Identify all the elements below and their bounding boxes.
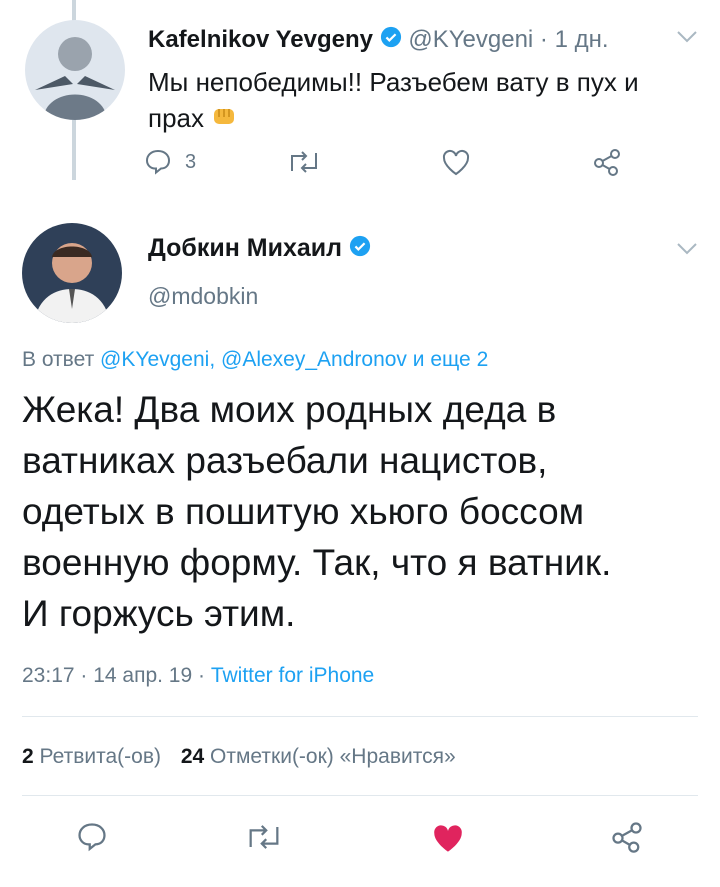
heart-filled-icon — [434, 825, 462, 852]
reply-button[interactable]: 3 — [143, 147, 196, 177]
tweet-time[interactable]: 1 дн. — [555, 26, 609, 53]
verified-badge-icon — [380, 26, 402, 55]
author-handle[interactable]: @mdobkin — [148, 283, 258, 310]
avatar-dobkin[interactable] — [22, 223, 122, 323]
tweet-text-line: военную форму. Так, что я ватник. — [22, 542, 612, 583]
chevron-down-icon[interactable] — [676, 30, 698, 49]
share-icon — [612, 822, 642, 853]
fist-emoji-icon — [211, 102, 237, 138]
tweet-text-line: ватниках разъебали нацистов, — [22, 440, 548, 481]
like-button-active[interactable] — [430, 822, 466, 854]
retweet-button[interactable] — [244, 820, 284, 854]
heart-icon — [442, 149, 470, 176]
author-name[interactable]: Kafelnikov Yevgeny — [148, 26, 373, 53]
divider — [22, 716, 698, 717]
time-separator: · — [533, 26, 555, 53]
divider — [22, 795, 698, 796]
share-button[interactable] — [591, 147, 623, 177]
reply-tweet-header: Kafelnikov Yevgeny @KYevgeni · 1 дн. — [148, 26, 609, 55]
share-icon — [594, 149, 620, 176]
retweet-button[interactable] — [286, 147, 322, 177]
retweets-stat[interactable]: 2 Ретвита(-ов) — [22, 745, 167, 768]
avatar-kafelnikov[interactable] — [25, 20, 125, 120]
tweet-text-line: Жека! Два моих родных деда в — [22, 389, 557, 430]
reply-to-more[interactable]: и еще 2 — [407, 348, 489, 371]
reply-count: 3 — [185, 150, 197, 173]
reply-to-prefix: В ответ — [22, 348, 101, 371]
tweet-source[interactable]: Twitter for iPhone — [211, 664, 374, 687]
reply-icon — [78, 823, 106, 852]
reply-button[interactable] — [75, 820, 109, 854]
reply-tweet-text: Мы непобедимы!! Разъебем вату в пух и пр… — [148, 64, 678, 138]
tweet-stats: 2 Ретвита(-ов) 24 Отметки(-ок) «Нравится… — [22, 745, 456, 769]
author-name[interactable]: Добкин Михаил — [148, 234, 342, 262]
like-label: Отметки(-ок) «Нравится» — [210, 745, 456, 768]
tweet-text-line: И горжусь этим. — [22, 593, 296, 634]
reply-context: В ответ @KYevgeni, @Alexey_Andronov и ещ… — [22, 348, 488, 372]
retweet-icon — [291, 151, 317, 173]
like-count: 24 — [180, 745, 205, 768]
chevron-down-icon[interactable] — [676, 242, 698, 261]
like-button[interactable] — [441, 148, 471, 176]
reply-to-users[interactable]: @KYevgeni, @Alexey_Andronov — [100, 348, 407, 371]
main-tweet-text: Жека! Два моих родных деда в ватниках ра… — [22, 384, 702, 639]
retweet-icon — [249, 825, 279, 849]
author-handle[interactable]: @KYevgeni — [408, 26, 533, 53]
retweet-label: Ретвита(-ов) — [39, 745, 161, 768]
retweet-count: 2 — [22, 745, 34, 768]
tweet-meta: 23:17 · 14 апр. 19 · Twitter for iPhone — [22, 664, 374, 688]
reply-icon — [145, 149, 171, 175]
tweet-timestamp: 23:17 · 14 апр. 19 · — [22, 664, 211, 687]
main-tweet-author: Добкин Михаил — [148, 234, 371, 264]
likes-stat[interactable]: 24 Отметки(-ок) «Нравится» — [181, 745, 456, 768]
verified-badge-icon — [349, 235, 371, 264]
share-button[interactable] — [609, 820, 645, 854]
tweet-text-line: одетых в пошитую хьюго боссом — [22, 491, 585, 532]
